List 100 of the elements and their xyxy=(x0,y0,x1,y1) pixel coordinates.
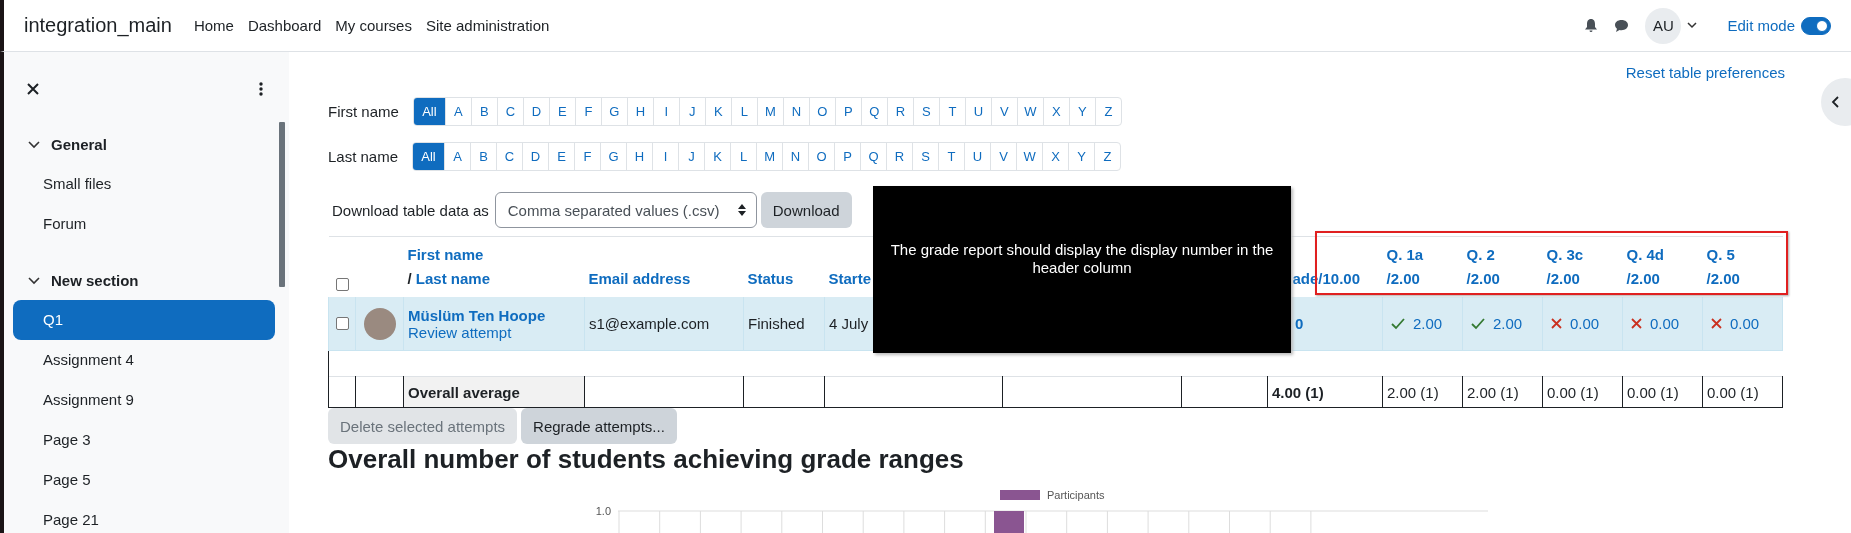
initial-filter-link[interactable]: U xyxy=(964,98,991,125)
review-attempt-link[interactable]: Review attempt xyxy=(408,323,512,341)
select-all-checkbox[interactable] xyxy=(335,278,349,291)
initial-filter-link[interactable]: T xyxy=(938,143,965,170)
initial-filter-link[interactable]: B xyxy=(470,98,497,125)
course-index-item[interactable]: Assignment 4 xyxy=(13,340,275,380)
format-select[interactable]: Comma separated values (.csv) xyxy=(494,192,757,228)
course-index-item[interactable]: Page 3 xyxy=(13,420,275,460)
user-avatar[interactable]: AU xyxy=(1645,7,1682,44)
section-title[interactable]: General xyxy=(51,135,107,153)
initial-filter-link[interactable]: L xyxy=(730,98,757,125)
initial-filter-link[interactable]: F xyxy=(574,98,601,125)
initial-filter-link[interactable]: O xyxy=(808,143,835,170)
initial-filter-link[interactable]: F xyxy=(574,143,601,170)
kebab-menu-icon[interactable] xyxy=(259,82,263,96)
initial-filter-link[interactable]: Y xyxy=(1068,98,1095,125)
initial-filter-link[interactable]: W xyxy=(1016,98,1043,125)
initial-filter-link[interactable]: P xyxy=(834,98,861,125)
initial-filter-link[interactable]: O xyxy=(808,98,835,125)
initial-filter-link[interactable]: L xyxy=(730,143,757,170)
student-name-link[interactable]: Müslüm Ten Hoope xyxy=(408,306,580,324)
chat-icon[interactable] xyxy=(1614,18,1630,33)
initial-filter-link[interactable]: W xyxy=(1016,143,1043,170)
initial-filter-link[interactable]: All xyxy=(413,98,445,125)
initial-filter-link[interactable]: J xyxy=(678,98,705,125)
initial-filter-link[interactable]: S xyxy=(912,143,939,170)
nav-link[interactable]: Site administration xyxy=(425,17,550,34)
initial-filter-link[interactable]: B xyxy=(470,143,497,170)
question-score-link[interactable]: 0.00 xyxy=(1570,315,1600,332)
course-index-item[interactable]: Q1 xyxy=(13,300,275,340)
initial-filter-link[interactable]: Q xyxy=(860,98,887,125)
nav-link[interactable]: Dashboard xyxy=(247,17,322,34)
course-index-item[interactable]: Small files xyxy=(13,164,275,204)
initial-filter-link[interactable]: C xyxy=(496,98,523,125)
initial-filter-link[interactable]: R xyxy=(886,143,913,170)
initial-filter-link[interactable]: E xyxy=(548,143,575,170)
row-checkbox[interactable] xyxy=(335,317,349,330)
initial-filter-link[interactable]: N xyxy=(782,143,809,170)
question-score-link[interactable]: 0.00 xyxy=(1730,315,1760,332)
initial-filter-link[interactable]: H xyxy=(626,143,653,170)
grade-link[interactable]: 0 xyxy=(1295,315,1304,332)
nav-link[interactable]: My courses xyxy=(335,17,412,34)
initial-filter-link[interactable]: U xyxy=(964,143,991,170)
question-score-link[interactable]: 2.00 xyxy=(1413,315,1443,332)
nav-link[interactable]: Home xyxy=(193,17,234,34)
initial-filter-link[interactable]: G xyxy=(600,98,627,125)
download-button[interactable]: Download xyxy=(760,192,852,228)
initial-filter-link[interactable]: K xyxy=(704,143,731,170)
initial-filter-link[interactable]: M xyxy=(756,98,783,125)
question-score-link[interactable]: 0.00 xyxy=(1650,315,1680,332)
initial-filter-link[interactable]: A xyxy=(444,143,471,170)
edit-mode-label[interactable]: Edit mode xyxy=(1727,17,1795,34)
close-icon[interactable] xyxy=(27,83,39,95)
course-index-item[interactable]: Forum xyxy=(13,204,275,244)
question-sort-link[interactable]: Q. 5 /2.00 xyxy=(1706,243,1779,291)
initial-filter-link[interactable]: G xyxy=(600,143,627,170)
question-score-link[interactable]: 2.00 xyxy=(1493,315,1523,332)
initial-filter-link[interactable]: K xyxy=(704,98,731,125)
section-title[interactable]: New section xyxy=(51,271,139,289)
initial-filter-link[interactable]: X xyxy=(1042,143,1069,170)
initial-filter-link[interactable]: Z xyxy=(1094,143,1121,170)
site-name[interactable]: integration_main xyxy=(24,14,172,37)
course-index-item[interactable]: Page 5 xyxy=(13,460,275,500)
question-sort-link[interactable]: Q. 4d /2.00 xyxy=(1626,243,1699,291)
initial-filter-link[interactable]: Z xyxy=(1094,98,1121,125)
initial-filter-link[interactable]: J xyxy=(678,143,705,170)
initial-filter-link[interactable]: I xyxy=(652,143,679,170)
initial-filter-link[interactable]: E xyxy=(548,98,575,125)
course-index-item[interactable]: Page 21 xyxy=(13,500,275,533)
question-sort-link[interactable]: Q. 1a /2.00 xyxy=(1386,243,1459,291)
initial-filter-link[interactable]: A xyxy=(444,98,471,125)
initial-filter-link[interactable]: X xyxy=(1042,98,1069,125)
course-index-item[interactable]: Assignment 9 xyxy=(13,380,275,420)
scrollbar-thumb[interactable] xyxy=(279,122,285,287)
initial-filter-link[interactable]: All xyxy=(413,143,445,170)
initial-filter-link[interactable]: S xyxy=(912,98,939,125)
initial-filter-link[interactable]: V xyxy=(990,143,1017,170)
initial-filter-link[interactable]: I xyxy=(652,98,679,125)
initial-filter-link[interactable]: D xyxy=(522,98,549,125)
last-name-sort-link[interactable]: Last name xyxy=(415,270,491,287)
initial-filter-link[interactable]: V xyxy=(990,98,1017,125)
started-sort-link[interactable]: Starte xyxy=(828,270,872,287)
question-sort-link[interactable]: Q. 3c /2.00 xyxy=(1546,243,1619,291)
initial-filter-link[interactable]: D xyxy=(522,143,549,170)
initial-filter-link[interactable]: C xyxy=(496,143,523,170)
status-sort-link[interactable]: Status xyxy=(747,270,794,287)
edit-mode-toggle[interactable] xyxy=(1801,16,1831,35)
initial-filter-link[interactable]: M xyxy=(756,143,783,170)
initial-filter-link[interactable]: N xyxy=(782,98,809,125)
initial-filter-link[interactable]: Q xyxy=(860,143,887,170)
reset-table-link[interactable]: Reset table preferences xyxy=(1625,64,1785,81)
first-name-sort-link[interactable]: First name xyxy=(407,246,484,263)
initial-filter-link[interactable]: P xyxy=(834,143,861,170)
email-sort-link[interactable]: Email address xyxy=(588,270,691,287)
initial-filter-link[interactable]: T xyxy=(938,98,965,125)
initial-filter-link[interactable]: R xyxy=(886,98,913,125)
attempt-action-button[interactable]: Regrade attempts... xyxy=(521,408,677,444)
bell-icon[interactable] xyxy=(1584,18,1599,33)
caret-icon[interactable] xyxy=(1687,22,1698,29)
question-sort-link[interactable]: Q. 2 /2.00 xyxy=(1466,243,1539,291)
